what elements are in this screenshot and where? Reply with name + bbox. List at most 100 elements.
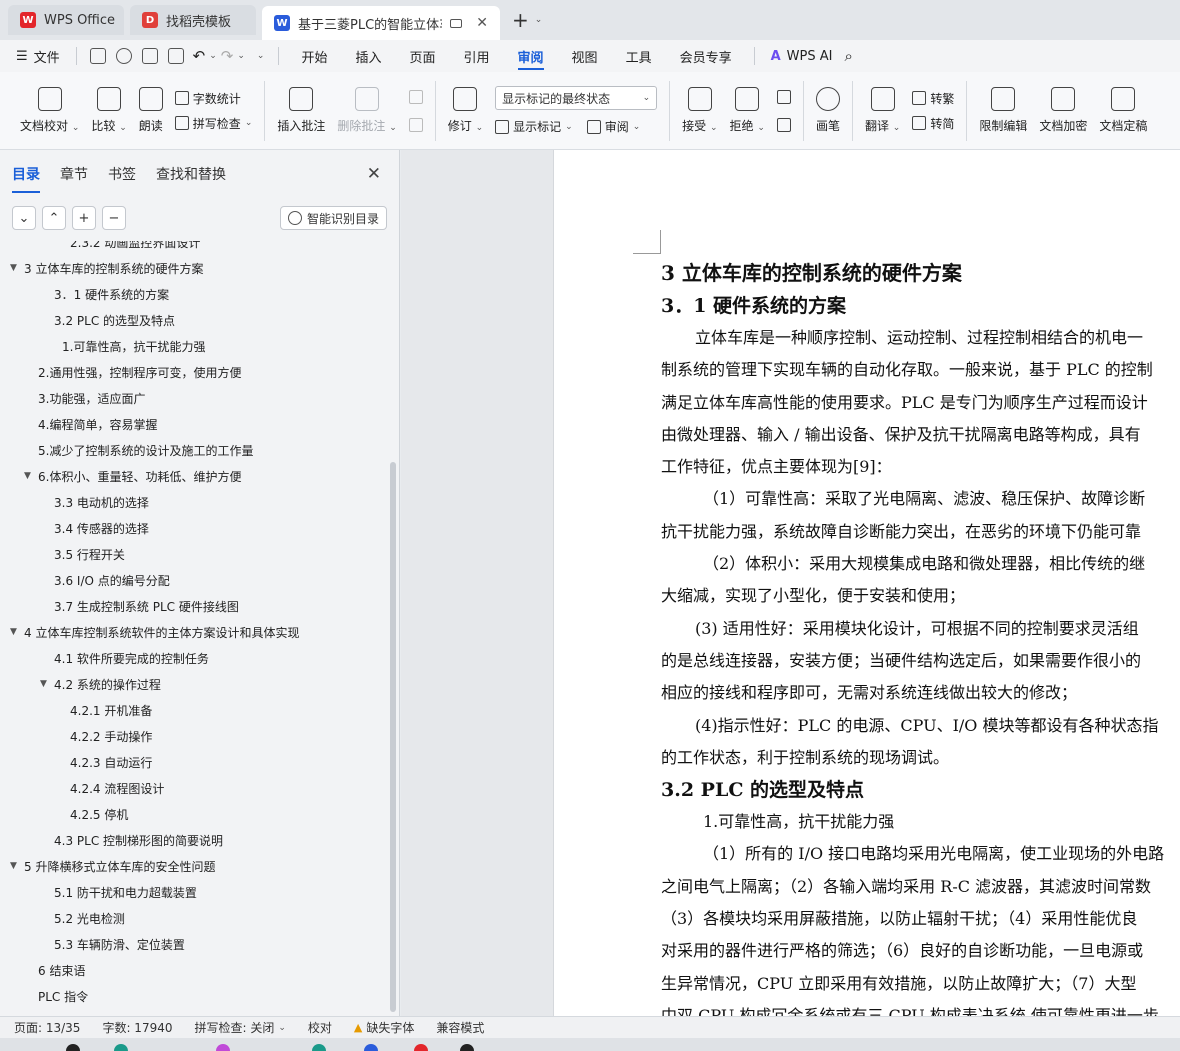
toc-item[interactable]: ▼ 3 立体车库的控制系统的硬件方案 (0, 255, 390, 281)
undo-icon[interactable]: ↶ (193, 47, 206, 65)
taskbar-app-icon[interactable] (414, 1044, 428, 1051)
tab-wps-office[interactable]: W WPS Office (8, 5, 124, 35)
tab-chapters[interactable]: 章节 (60, 164, 88, 184)
more-icon[interactable]: ⌄ (257, 51, 265, 61)
print-preview-icon[interactable] (167, 48, 184, 64)
toc-item[interactable]: 4.2.1 开机准备 (0, 697, 390, 723)
toc-item[interactable]: 1.可靠性高，抗干扰能力强 (0, 333, 390, 359)
taskbar-app-icon[interactable] (312, 1044, 326, 1051)
share-icon[interactable] (115, 48, 132, 64)
tab-toc[interactable]: 目录 (12, 164, 40, 193)
taskbar-app-icon[interactable] (460, 1044, 474, 1051)
insert-comment-button[interactable]: 插入批注 (271, 76, 331, 146)
missing-font-status[interactable]: ▲ 缺失字体 (354, 1019, 414, 1036)
toc-item[interactable]: ▼ 4 立体车库控制系统软件的主体方案设计和具体实现 (0, 619, 390, 645)
toc-scrollbar[interactable] (390, 462, 396, 1012)
toc-item[interactable]: 3.5 行程开关 (0, 541, 390, 567)
toc-item[interactable]: ▼ 6.体积小、重量轻、功耗低、维护方便 (0, 463, 390, 489)
toc-item[interactable]: 3.7 生成控制系统 PLC 硬件接线图 (0, 593, 390, 619)
collapse-arrow-icon[interactable]: ▼ (24, 471, 38, 481)
tab-start[interactable]: 开始 (287, 40, 341, 72)
tab-reference[interactable]: 引用 (450, 40, 504, 72)
toc-item[interactable]: 2.3.2 动画监控界面设计 (0, 241, 390, 255)
tab-template[interactable]: D 找稻壳模板 (130, 5, 256, 35)
collapse-arrow-icon[interactable]: ▼ (10, 263, 24, 273)
chevron-down-icon[interactable]: ⌄ (237, 51, 245, 61)
collapse-arrow-icon[interactable]: ▼ (10, 627, 24, 637)
translate-button[interactable]: 翻译 ⌄ (859, 76, 906, 146)
word-count-indicator[interactable]: 字数: 17940 (102, 1019, 172, 1036)
toc-item[interactable]: 3.2 PLC 的选型及特点 (0, 307, 390, 333)
toc-item[interactable]: ▼ 5 升降横移式立体车库的安全性问题 (0, 853, 390, 879)
toc-item[interactable]: 4.1 软件所要完成的控制任务 (0, 645, 390, 671)
toc-item[interactable]: PLC 指令 (0, 983, 390, 1009)
tab-member[interactable]: 会员专享 (666, 40, 746, 72)
spell-check-button[interactable]: 拼写检查 ⌄ (174, 115, 252, 132)
toc-item[interactable]: 4.2.3 自动运行 (0, 749, 390, 775)
restrict-edit-button[interactable]: 限制编辑 (973, 76, 1033, 146)
close-icon[interactable]: ✕ (367, 164, 381, 184)
add-heading-button[interactable]: + (72, 206, 96, 230)
delete-comment-button[interactable]: 删除批注 ⌄ (331, 76, 402, 146)
proofread-button[interactable]: 文档校对 ⌄ (14, 76, 85, 146)
read-aloud-button[interactable]: 朗读 (133, 76, 169, 146)
remove-heading-button[interactable]: − (102, 206, 126, 230)
document-body[interactable]: 3 立体车库的控制系统的硬件方案 3．1 硬件系统的方案 立体车库是一种顺序控制、运… (661, 256, 1180, 1016)
file-menu[interactable]: ☰ 文件 (0, 40, 68, 72)
toc-item[interactable]: 3.6 I/O 点的编号分配 (0, 567, 390, 593)
chevron-down-icon[interactable]: ⌄ (209, 51, 217, 61)
expand-down-button[interactable]: ⌄ (12, 206, 36, 230)
tab-document[interactable]: W 基于三菱PLC的智能立体车库扌 ✕ (262, 6, 500, 40)
previous-comment-icon[interactable] (408, 89, 423, 104)
toc-item[interactable]: ▼ 4.2 系统的操作过程 (0, 671, 390, 697)
page-indicator[interactable]: 页面: 13/35 (14, 1019, 80, 1036)
taskbar-app-icon[interactable] (216, 1044, 230, 1051)
collapse-arrow-icon[interactable]: ▼ (40, 679, 54, 689)
markup-state-select[interactable]: 显示标记的最终状态 ⌄ (495, 86, 658, 110)
print-icon[interactable] (141, 48, 158, 64)
tab-find-replace[interactable]: 查找和替换 (156, 164, 226, 184)
collapse-arrow-icon[interactable]: ▼ (10, 861, 24, 871)
taskbar-app-icon[interactable] (114, 1044, 128, 1051)
compare-button[interactable]: 比较 ⌄ (85, 76, 132, 146)
accept-button[interactable]: 接受 ⌄ (676, 76, 723, 146)
tab-insert[interactable]: 插入 (341, 40, 395, 72)
toc-item[interactable]: 4.编程简单，容易掌握 (0, 411, 390, 437)
close-tab-icon[interactable]: ✕ (476, 15, 488, 31)
toc-item[interactable]: 5.减少了控制系统的设计及施工的工作量 (0, 437, 390, 463)
save-icon[interactable] (89, 48, 106, 64)
toc-item[interactable]: 3.功能强，适应面广 (0, 385, 390, 411)
toc-item[interactable]: 5.2 光电检测 (0, 905, 390, 931)
pen-button[interactable]: 画笔 (810, 76, 846, 146)
reject-button[interactable]: 拒绝 ⌄ (724, 76, 771, 146)
toc-item[interactable]: 3.4 传感器的选择 (0, 515, 390, 541)
toc-item[interactable]: 5.3 车辆防滑、定位装置 (0, 931, 390, 957)
toc-item[interactable]: 5.1 防干扰和电力超载装置 (0, 879, 390, 905)
next-change-icon[interactable] (776, 117, 791, 132)
encrypt-button[interactable]: 文档加密 (1033, 76, 1093, 146)
search-icon[interactable]: ⌕ (844, 47, 852, 65)
collapse-up-button[interactable]: ⌃ (42, 206, 66, 230)
smart-toc-button[interactable]: 智能识别目录 (279, 206, 387, 230)
toc-item[interactable]: 3.3 电动机的选择 (0, 489, 390, 515)
toc-item[interactable]: 6 结束语 (0, 957, 390, 983)
tab-view[interactable]: 视图 (558, 40, 612, 72)
toc-item[interactable]: 4.2.2 手动操作 (0, 723, 390, 749)
tab-tools[interactable]: 工具 (612, 40, 666, 72)
toc-item[interactable]: 4.2.4 流程图设计 (0, 775, 390, 801)
spell-check-status[interactable]: 拼写检查: 关闭 ⌄ (195, 1019, 286, 1036)
previous-change-icon[interactable] (776, 89, 791, 104)
to-simplified-button[interactable]: 转简 (912, 115, 954, 132)
toc-item[interactable]: 3．1 硬件系统的方案 (0, 281, 390, 307)
tab-page[interactable]: 页面 (396, 40, 450, 72)
toc-item[interactable]: 4.2.5 停机 (0, 801, 390, 827)
next-comment-icon[interactable] (408, 117, 423, 132)
to-traditional-button[interactable]: 转繁 (912, 90, 954, 107)
toc-item[interactable]: 2.通用性强，控制程序可变，使用方便 (0, 359, 390, 385)
word-count-button[interactable]: 字数统计 (174, 90, 253, 107)
taskbar-app-icon[interactable] (364, 1044, 378, 1051)
new-tab-button[interactable]: + ⌄ (512, 8, 542, 32)
redo-icon[interactable]: ↷ (221, 47, 234, 65)
taskbar-app-icon[interactable] (66, 1044, 80, 1051)
tab-bookmarks[interactable]: 书签 (108, 164, 136, 184)
